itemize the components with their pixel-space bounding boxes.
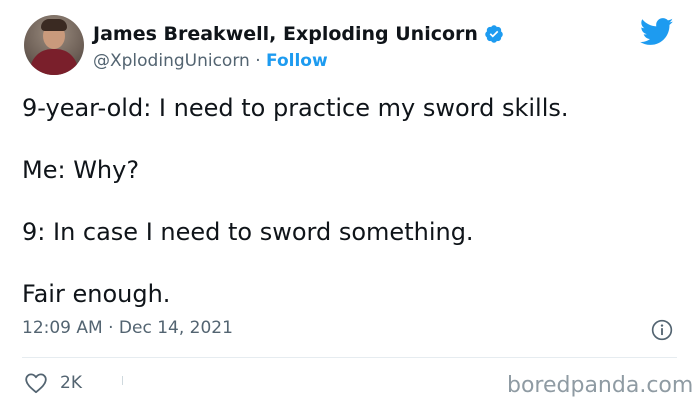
avatar-body xyxy=(30,49,78,75)
tweet-timestamp[interactable]: 12:09 AM · Dec 14, 2021 xyxy=(22,318,233,338)
tweet-line: 9: In case I need to sword something. xyxy=(22,218,474,246)
author-handle[interactable]: @XplodingUnicorn xyxy=(93,51,250,71)
watermark: boredpanda.com xyxy=(507,373,694,398)
action-separator xyxy=(122,376,123,385)
tweet-line: 9-year-old: I need to practice my sword … xyxy=(22,94,569,122)
twitter-bird-icon[interactable] xyxy=(640,18,674,46)
heart-icon xyxy=(25,373,47,394)
follow-button[interactable]: Follow xyxy=(266,51,328,71)
tweet-line: Me: Why? xyxy=(22,156,140,184)
author-display-name[interactable]: James Breakwell, Exploding Unicorn xyxy=(93,23,478,45)
verified-badge-icon xyxy=(485,25,503,43)
author-handle-row: @XplodingUnicorn · Follow xyxy=(93,51,328,71)
tweet-line: Fair enough. xyxy=(22,280,171,308)
divider xyxy=(22,357,677,358)
handle-separator: · xyxy=(255,51,261,71)
author-name-row[interactable]: James Breakwell, Exploding Unicorn xyxy=(93,23,504,45)
like-count: 2K xyxy=(60,373,82,393)
like-button[interactable]: 2K xyxy=(24,372,82,394)
avatar[interactable] xyxy=(24,15,84,75)
avatar-hair xyxy=(41,19,67,31)
info-icon[interactable] xyxy=(651,319,673,341)
